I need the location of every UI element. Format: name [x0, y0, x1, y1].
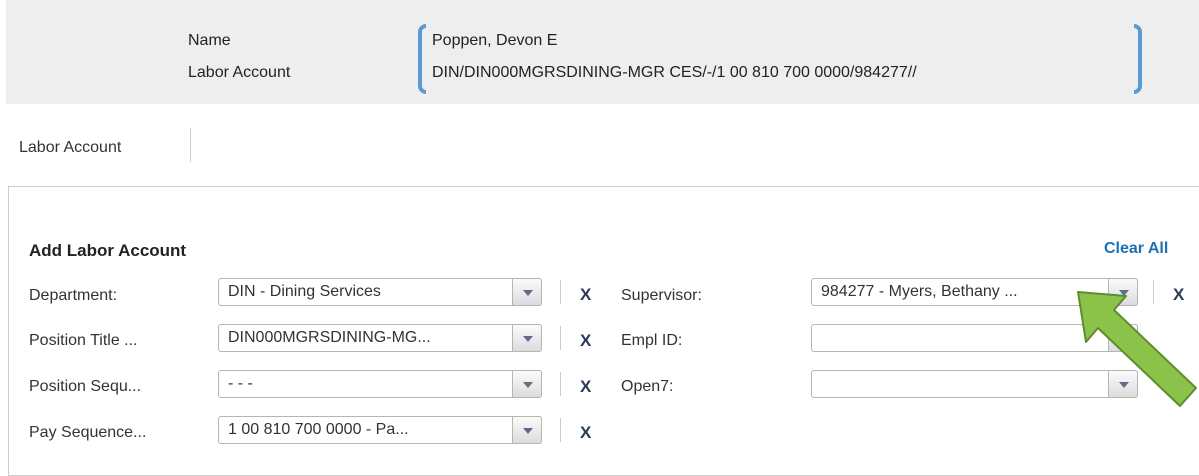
clear-position-title-button[interactable]: X	[580, 331, 591, 351]
left-bracket-annotation	[418, 24, 426, 94]
name-label: Name	[188, 32, 231, 49]
position-sequence-label: Position Sequ...	[29, 378, 142, 395]
department-label: Department:	[29, 287, 118, 304]
pay-sequence-label: Pay Sequence...	[29, 424, 147, 441]
clear-position-sequence-button[interactable]: X	[580, 377, 591, 397]
chevron-down-icon[interactable]	[512, 416, 542, 444]
clear-pay-sequence-button[interactable]: X	[580, 423, 591, 443]
divider	[560, 326, 561, 350]
divider	[560, 280, 561, 304]
pay-sequence-select[interactable]: 1 00 810 700 0000 - Pa...	[218, 416, 542, 444]
labor-account-label: Labor Account	[188, 64, 291, 81]
right-bracket-annotation	[1134, 24, 1142, 94]
position-title-label: Position Title ...	[29, 332, 138, 349]
tab-labor-account[interactable]: Labor Account	[19, 139, 121, 157]
supervisor-label: Supervisor:	[621, 287, 702, 304]
department-select[interactable]: DIN - Dining Services	[218, 278, 542, 306]
pay-sequence-value: 1 00 810 700 0000 - Pa...	[228, 421, 409, 438]
clear-department-button[interactable]: X	[580, 285, 591, 305]
supervisor-value: 984277 - Myers, Bethany ...	[821, 283, 1018, 300]
chevron-down-icon[interactable]	[512, 370, 542, 398]
divider	[560, 372, 561, 396]
chevron-down-icon[interactable]	[512, 278, 542, 306]
labor-account-value: DIN/DIN000MGRSDINING-MGR CES/-/1 00 810 …	[432, 64, 917, 81]
position-sequence-value: - - -	[228, 375, 253, 392]
department-value: DIN - Dining Services	[228, 283, 381, 300]
open7-label: Open7:	[621, 378, 674, 395]
employee-header	[6, 0, 1199, 104]
clear-all-link[interactable]: Clear All	[1104, 240, 1168, 258]
chevron-down-icon[interactable]	[512, 324, 542, 352]
panel-title: Add Labor Account	[29, 241, 187, 260]
tab-divider	[190, 128, 191, 162]
empl-id-label: Empl ID:	[621, 332, 683, 349]
green-arrow-icon	[1077, 291, 1197, 407]
divider	[560, 418, 561, 442]
position-title-select[interactable]: DIN000MGRSDINING-MG...	[218, 324, 542, 352]
position-sequence-select[interactable]: - - -	[218, 370, 542, 398]
name-value: Poppen, Devon E	[432, 32, 558, 49]
position-title-value: DIN000MGRSDINING-MG...	[228, 329, 431, 346]
